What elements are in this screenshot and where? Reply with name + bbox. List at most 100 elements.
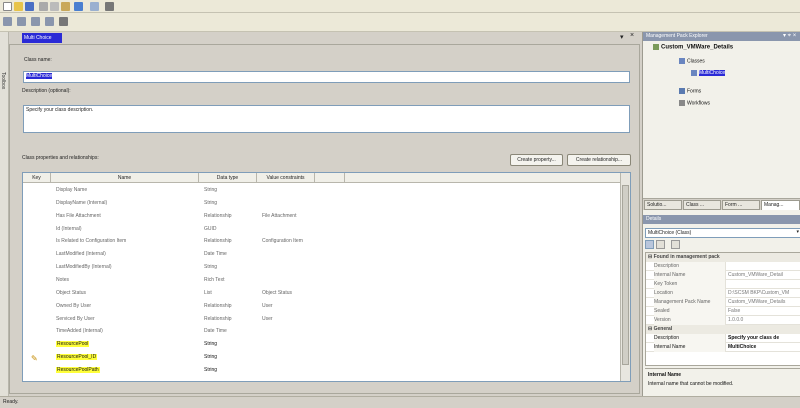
layout-toolbar bbox=[0, 13, 800, 32]
table-row[interactable]: ResourcePool String bbox=[23, 339, 628, 352]
copy-icon[interactable] bbox=[50, 2, 59, 11]
tree-classes[interactable]: Classes bbox=[679, 58, 705, 64]
tab-management[interactable]: Manag... bbox=[761, 200, 800, 210]
right-tab-row: Solutio... Class ... Form ... Manag... bbox=[643, 198, 800, 210]
table-row[interactable]: Object Status List Object Status bbox=[23, 288, 628, 301]
cell-data-type: Date Time bbox=[204, 328, 227, 335]
class-name-label: Class name: bbox=[24, 57, 52, 63]
cell-name: ResourcePool bbox=[56, 341, 90, 348]
property-row[interactable]: Description bbox=[646, 262, 800, 271]
property-value[interactable]: D:\SCSM BKP\Custom_VM bbox=[728, 289, 800, 298]
property-value[interactable]: Specify your class de bbox=[728, 334, 800, 343]
details-selected-value: MultiChoice (Class) bbox=[648, 230, 692, 236]
property-name-text: LastModifiedBy (Internal) bbox=[56, 264, 112, 271]
cell-data-type: Relationship bbox=[204, 302, 232, 309]
property-name-text: ResourcePoolPath bbox=[56, 366, 100, 373]
undo-icon[interactable] bbox=[74, 2, 83, 11]
column-header-name[interactable]: Name bbox=[51, 173, 199, 183]
property-key: Description bbox=[654, 334, 726, 343]
classes-icon bbox=[679, 58, 685, 64]
cell-data-type: String bbox=[204, 341, 218, 348]
category-general[interactable]: ⊟ General bbox=[646, 325, 800, 334]
category-found-in-mp[interactable]: ⊟ Found in management pack bbox=[646, 253, 800, 262]
tree-classes-label: Classes bbox=[687, 58, 705, 65]
description-input[interactable]: Specify your class description. bbox=[23, 105, 630, 133]
align-center-icon[interactable] bbox=[17, 17, 26, 26]
table-row[interactable]: Is Related to Configuration Item Relation… bbox=[23, 236, 628, 249]
category-label: Found in management pack bbox=[653, 254, 720, 260]
create-property-button[interactable]: Create property... bbox=[510, 154, 563, 166]
table-row[interactable]: DisplayName (Internal) String bbox=[23, 198, 628, 211]
redo-icon[interactable] bbox=[90, 2, 99, 11]
new-file-icon[interactable] bbox=[3, 2, 12, 11]
property-value[interactable]: Custom_VMWare_Details bbox=[728, 298, 800, 307]
property-row[interactable]: Internal Name MultiChoice bbox=[646, 343, 800, 352]
property-row[interactable]: Location D:\SCSM BKP\Custom_VM bbox=[646, 289, 800, 298]
property-row[interactable]: Management Pack Name Custom_VMWare_Detail… bbox=[646, 298, 800, 307]
tree-forms[interactable]: Forms bbox=[679, 88, 701, 94]
categorized-icon[interactable] bbox=[645, 240, 654, 249]
alphabetical-icon[interactable] bbox=[656, 240, 665, 249]
property-row[interactable]: Internal Name Custom_VMWare_Detail bbox=[646, 271, 800, 280]
document-tab[interactable]: Multi Choice bbox=[22, 33, 62, 43]
table-row[interactable]: TimeAdded (Internal) Date Time bbox=[23, 326, 628, 339]
tab-class[interactable]: Class ... bbox=[683, 200, 721, 210]
scrollbar-thumb[interactable] bbox=[622, 185, 629, 365]
align-top-icon[interactable] bbox=[45, 17, 54, 26]
property-value[interactable]: Custom_VMWare_Detail bbox=[728, 271, 800, 280]
grid-scrollbar[interactable] bbox=[620, 173, 630, 381]
details-object-select[interactable]: MultiChoice (Class) ▾ bbox=[645, 228, 800, 238]
table-row[interactable]: ResourcePool_ID String bbox=[23, 352, 628, 365]
property-row[interactable]: Sealed False bbox=[646, 307, 800, 316]
property-row[interactable]: Key Token bbox=[646, 280, 800, 289]
property-value[interactable]: False bbox=[728, 307, 800, 316]
table-row[interactable]: LastModified (Internal) Date Time bbox=[23, 249, 628, 262]
tree-class-item[interactable]: MultiChoice bbox=[691, 70, 726, 77]
close-icon[interactable]: × bbox=[630, 32, 634, 39]
tree-root[interactable]: Custom_VMWare_Details bbox=[653, 44, 733, 51]
tree-workflows[interactable]: Workflows bbox=[679, 100, 710, 106]
property-pages-icon[interactable] bbox=[671, 240, 680, 249]
property-key: Location bbox=[654, 289, 726, 298]
pin-icon[interactable]: ▾ ⌖ × bbox=[783, 32, 796, 40]
tab-dropdown-icon[interactable]: ▾ bbox=[620, 33, 624, 41]
table-row[interactable]: Id (Internal) GUID bbox=[23, 224, 628, 237]
save-icon[interactable] bbox=[25, 2, 34, 11]
table-row[interactable]: ResourcePoolPath String bbox=[23, 365, 628, 378]
open-folder-icon[interactable] bbox=[14, 2, 23, 11]
column-header-key[interactable]: Key bbox=[23, 173, 51, 183]
property-value[interactable] bbox=[728, 280, 800, 289]
property-row[interactable]: Version 1.0.0.0 bbox=[646, 316, 800, 325]
cut-icon[interactable] bbox=[39, 2, 48, 11]
cell-data-type: String bbox=[204, 366, 218, 373]
table-row[interactable]: Owned By User Relationship User bbox=[23, 301, 628, 314]
toolbar-overflow-icon[interactable] bbox=[59, 17, 68, 26]
details-toolbar bbox=[645, 240, 800, 250]
cell-name: Object Status bbox=[56, 290, 86, 296]
align-right-icon[interactable] bbox=[31, 17, 40, 26]
workflows-icon bbox=[679, 100, 685, 106]
paste-icon[interactable] bbox=[61, 2, 70, 11]
column-header-data-type[interactable]: Data type bbox=[199, 173, 257, 183]
table-row[interactable]: Notes Rich Text bbox=[23, 275, 628, 288]
property-value[interactable] bbox=[728, 262, 800, 271]
cell-name: Serviced By User bbox=[56, 316, 95, 322]
toolbar-overflow-icon[interactable] bbox=[105, 2, 114, 11]
toolbox-side-tab[interactable]: Toolbox bbox=[0, 32, 9, 396]
property-value[interactable]: 1.0.0.0 bbox=[728, 316, 800, 325]
create-relationship-button[interactable]: Create relationship... bbox=[567, 154, 631, 166]
table-row[interactable]: LastModifiedBy (Internal) String bbox=[23, 262, 628, 275]
cell-value-constraint: Configuration Item bbox=[262, 238, 303, 245]
align-left-icon[interactable] bbox=[3, 17, 12, 26]
table-row[interactable]: Display Name String bbox=[23, 185, 628, 198]
column-header-value-constraints[interactable]: Value constraints bbox=[257, 173, 315, 183]
property-key: Version bbox=[654, 316, 726, 325]
class-name-input[interactable]: MultiChoice bbox=[23, 71, 630, 83]
table-row[interactable]: Has File Attachment Relationship File Atta… bbox=[23, 211, 628, 224]
table-row[interactable]: Serviced By User Relationship User bbox=[23, 314, 628, 327]
cell-name: LastModified (Internal) bbox=[56, 251, 106, 257]
property-row[interactable]: Description Specify your class de bbox=[646, 334, 800, 343]
property-value[interactable]: MultiChoice bbox=[728, 343, 800, 352]
tab-form[interactable]: Form ... bbox=[722, 200, 760, 210]
tab-solution[interactable]: Solutio... bbox=[644, 200, 682, 210]
